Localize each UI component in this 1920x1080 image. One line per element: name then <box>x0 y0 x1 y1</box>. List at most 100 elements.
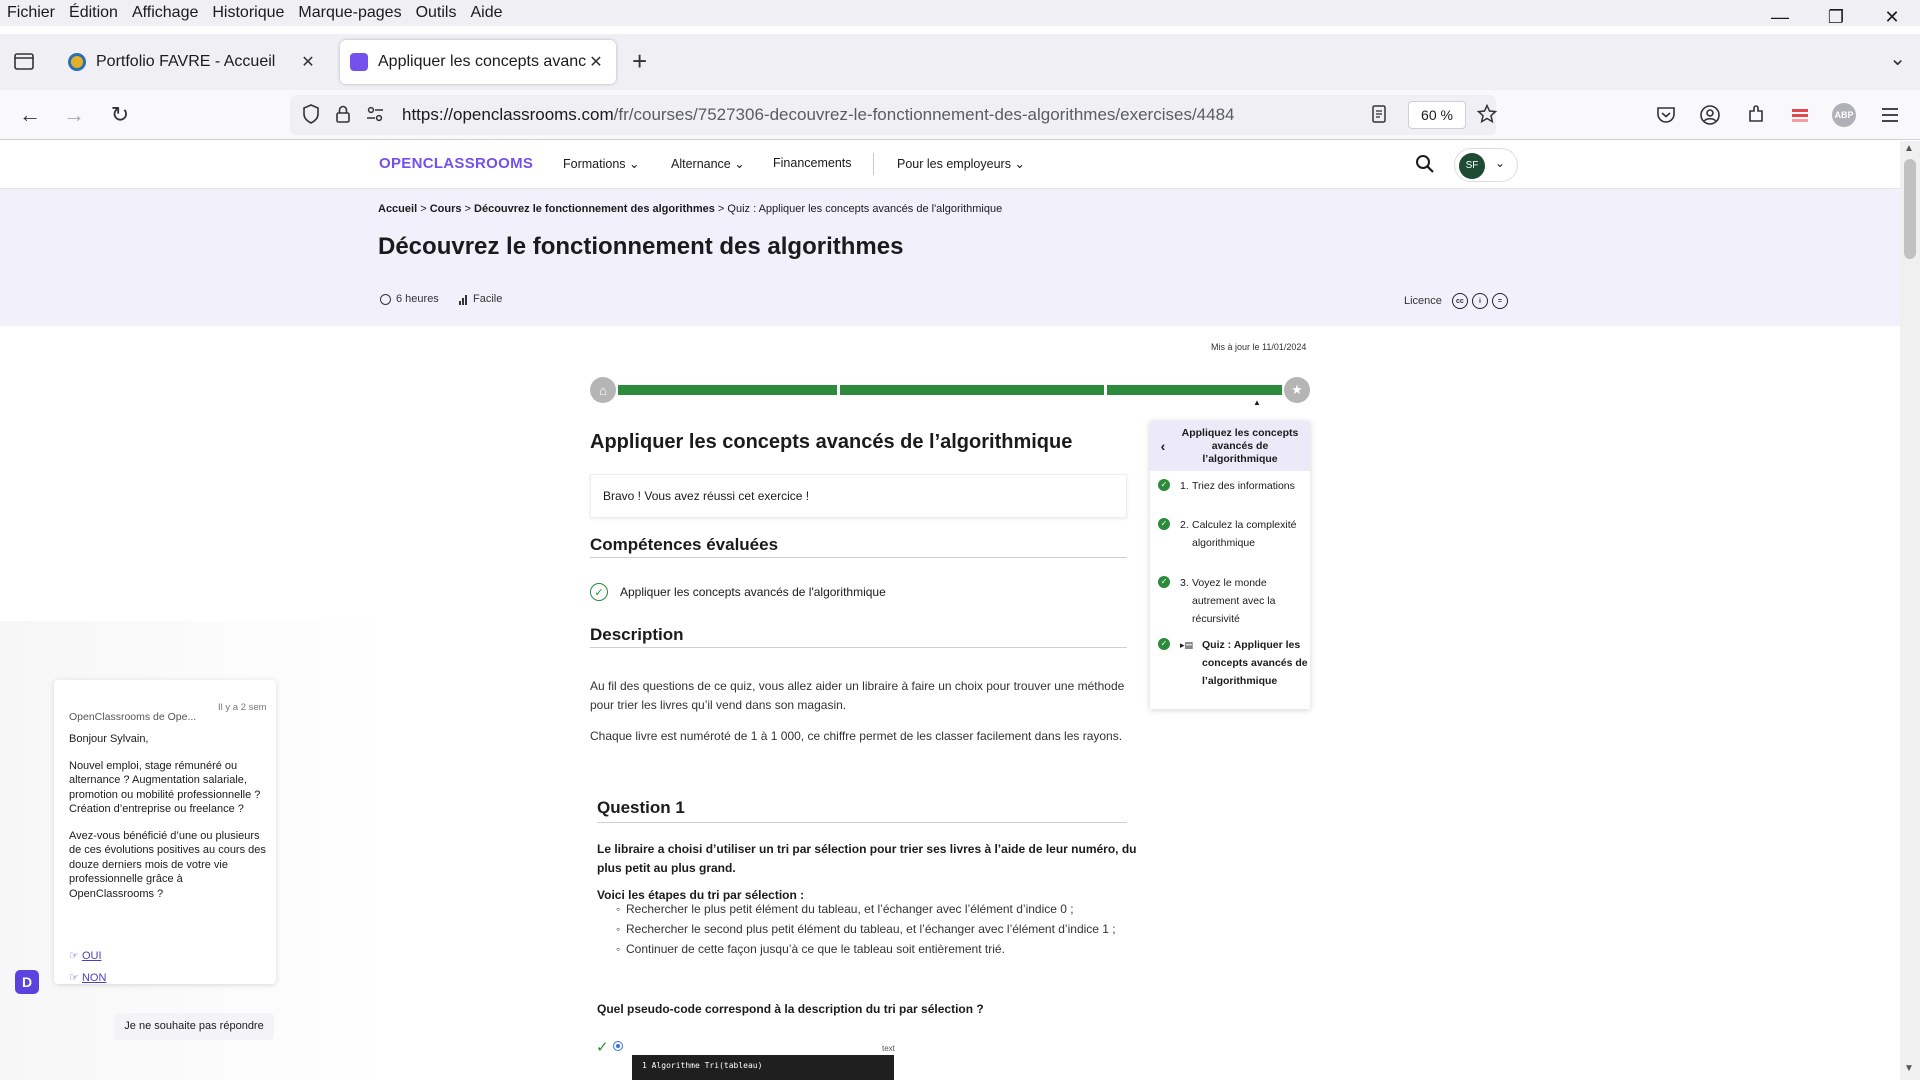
close-tab-icon[interactable]: ✕ <box>298 52 318 72</box>
cc-icon: cc <box>1451 293 1468 309</box>
scrollbar-thumb[interactable] <box>1904 159 1916 259</box>
chevron-down-icon: ⌄ <box>1495 156 1506 170</box>
forward-icon[interactable]: → <box>58 99 90 131</box>
scroll-down-icon[interactable]: ▼ <box>1904 1063 1914 1074</box>
sidebar-item-quiz[interactable]: ✓ ▸▤ Quiz : Appliquer les concepts avancés… <box>1158 636 1308 690</box>
no-derivatives-icon: = <box>1491 293 1508 309</box>
nav-employeurs[interactable]: Pour les employeurs ⌄ <box>897 156 1025 171</box>
chevron-left-icon[interactable]: ‹ <box>1150 438 1176 454</box>
menu-marque-pages[interactable]: Marque-pages <box>291 4 408 22</box>
chat-decline-button[interactable]: Je ne souhaite pas répondre <box>114 1013 274 1040</box>
description-heading: Description <box>590 625 1127 648</box>
reader-view-icon[interactable] <box>1368 103 1390 125</box>
lock-icon[interactable] <box>332 103 354 125</box>
check-icon: ✓ <box>1158 479 1170 491</box>
pocket-icon[interactable] <box>1652 101 1680 129</box>
app-menu-icon[interactable] <box>1876 101 1904 129</box>
chat-paragraph: Nouvel emploi, stage rémunéré ou alterna… <box>69 759 261 816</box>
menu-bar: Fichier Édition Affichage Historique Mar… <box>0 0 1920 26</box>
bookmark-star-icon[interactable] <box>1476 103 1498 125</box>
sidebar-title: Appliquez les concepts avancés de l’algo… <box>1181 426 1299 465</box>
skill-label: Appliquer les concepts avancés de l'algo… <box>620 585 886 599</box>
tab-title: Portfolio FAVRE - Accueil <box>96 53 276 70</box>
url-text[interactable]: https://openclassrooms.com/fr/courses/75… <box>402 105 1234 125</box>
code-language-label: text <box>882 1044 895 1053</box>
chat-launcher-icon[interactable]: D <box>15 970 39 994</box>
correct-check-icon: ✓ <box>596 1039 609 1056</box>
tab-bar: Portfolio FAVRE - Accueil ✕ Appliquer le… <box>0 34 1920 90</box>
url-path: /fr/courses/7527306-decouvrez-le-fonctio… <box>613 105 1235 124</box>
restore-icon[interactable]: ❐ <box>1808 0 1864 34</box>
licence[interactable]: Licence cc i = <box>1404 293 1508 309</box>
steps-list: Rechercher le plus petit élément du tabl… <box>616 900 1136 960</box>
scroll-up-icon[interactable]: ▲ <box>1904 143 1914 154</box>
nav-alternance[interactable]: Alternance ⌄ <box>671 156 745 171</box>
close-tab-icon[interactable]: ✕ <box>586 52 606 72</box>
sidebar-item-calculez[interactable]: ✓ 2. Calculez la complexité algorithmique <box>1158 516 1308 552</box>
answer-radio[interactable] <box>613 1041 623 1051</box>
code-line: 1 Algorithme Tri(tableau) <box>642 1061 763 1070</box>
web-page: OPENCLASSROOMS Formations ⌄ Alternance ⌄… <box>0 141 1900 1080</box>
clock-icon <box>380 293 391 305</box>
code-block[interactable]: 1 Algorithme Tri(tableau) <box>632 1055 894 1080</box>
course-hero: Accueil > Cours > Découvrez le fonctionn… <box>0 189 1900 326</box>
menu-edition[interactable]: Édition <box>62 4 125 22</box>
shield-icon[interactable] <box>300 103 322 125</box>
home-icon[interactable]: ⌂ <box>590 377 616 403</box>
breadcrumb-accueil[interactable]: Accueil <box>378 203 417 215</box>
menu-fichier[interactable]: Fichier <box>0 4 62 22</box>
quiz-icon: ▸▤ <box>1180 640 1194 650</box>
question-title: Question 1 <box>597 798 1127 823</box>
list-all-tabs-icon[interactable]: ⌄ <box>1889 46 1906 71</box>
trophy-icon[interactable]: ★ <box>1284 377 1310 403</box>
menu-historique[interactable]: Historique <box>205 4 291 22</box>
check-circle-icon: ✓ <box>590 583 608 601</box>
permissions-icon[interactable] <box>364 103 386 125</box>
pointing-hand-icon: ☞ <box>69 950 79 962</box>
menu-affichage[interactable]: Affichage <box>125 4 205 22</box>
search-icon[interactable] <box>1414 153 1436 175</box>
chat-yes-link[interactable]: ☞ OUI <box>69 949 102 964</box>
reload-icon[interactable]: ↻ <box>104 99 136 131</box>
tab-portfolio[interactable]: Portfolio FAVRE - Accueil ✕ <box>58 40 328 84</box>
back-icon[interactable]: ← <box>14 99 46 131</box>
menu-aide[interactable]: Aide <box>463 4 509 22</box>
list-item: Rechercher le plus petit élément du tabl… <box>616 900 1136 919</box>
window-controls: — ❐ ✕ <box>1752 0 1920 34</box>
breadcrumb-cours[interactable]: Cours <box>430 203 462 215</box>
breadcrumb-course[interactable]: Découvrez le fonctionnement des algorith… <box>474 203 715 215</box>
nav-formations[interactable]: Formations ⌄ <box>563 156 640 171</box>
progress-segment-3[interactable] <box>1107 385 1282 395</box>
account-icon[interactable] <box>1696 101 1724 129</box>
red-extension-icon[interactable] <box>1786 101 1814 129</box>
openclassrooms-logo[interactable]: OPENCLASSROOMS <box>379 155 533 172</box>
progress-segment-2[interactable] <box>840 385 1104 395</box>
page-scrollbar[interactable]: ▲ ▼ <box>1900 141 1920 1080</box>
nav-employeurs-label: Pour les employeurs <box>897 157 1011 171</box>
item-number: 1. <box>1180 480 1189 492</box>
sidebar-item-recursivite[interactable]: ✓ 3. Voyez le monde autrement avec la récu… <box>1158 574 1308 628</box>
zoom-level[interactable]: 60 % <box>1408 101 1466 129</box>
new-tab-icon[interactable]: + <box>632 47 647 75</box>
chat-no-link[interactable]: ☞ NON <box>69 971 106 986</box>
sidebar-item-triez[interactable]: ✓ 1. Triez des informations <box>1158 477 1308 495</box>
skills-heading: Compétences évaluées <box>590 535 1127 558</box>
adblock-plus-icon[interactable]: ABP <box>1832 103 1856 127</box>
chevron-down-icon: ⌄ <box>629 157 640 171</box>
tab-openclassrooms[interactable]: Appliquer les concepts avancés ✕ <box>340 40 616 84</box>
course-title: Découvrez le fonctionnement des algorith… <box>378 233 904 260</box>
chevron-down-icon: ⌄ <box>1014 157 1025 171</box>
nav-alternance-label: Alternance <box>671 157 731 171</box>
nav-financements[interactable]: Financements <box>773 156 852 170</box>
chat-paragraph: Avez-vous bénéficié d’une ou plusieurs d… <box>69 829 266 900</box>
minimize-icon[interactable]: — <box>1752 0 1808 34</box>
close-window-icon[interactable]: ✕ <box>1864 0 1920 34</box>
chat-timestamp: Il y a 2 sem <box>218 702 267 713</box>
tab-list-icon[interactable] <box>12 49 36 73</box>
menu-outils[interactable]: Outils <box>409 4 464 22</box>
address-bar[interactable]: https://openclassrooms.com/fr/courses/75… <box>290 95 1498 135</box>
user-menu[interactable]: SF ⌄ <box>1454 148 1518 182</box>
extensions-icon[interactable] <box>1742 101 1770 129</box>
navigation-toolbar: ← → ↻ https://openclassrooms.com/fr/cour… <box>0 90 1920 140</box>
progress-segment-1[interactable] <box>618 385 837 395</box>
